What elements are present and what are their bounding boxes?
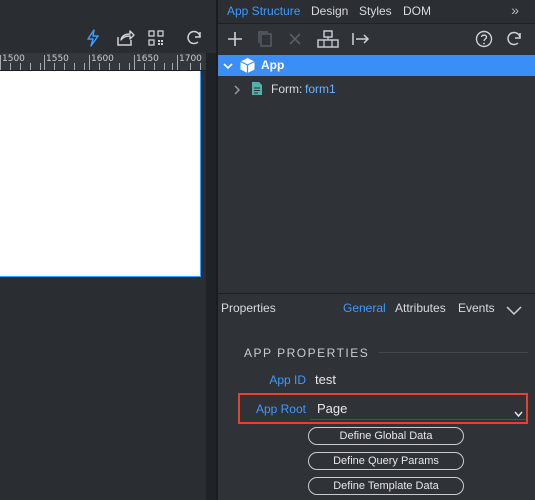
more-tabs-icon[interactable]: »: [511, 2, 519, 18]
chevron-down-icon[interactable]: [222, 59, 234, 77]
delete-icon[interactable]: [284, 28, 306, 50]
qr-code-icon[interactable]: [145, 27, 167, 49]
section-divider: [378, 352, 528, 353]
tab-app-structure[interactable]: App Structure: [227, 4, 300, 18]
collapse-chevron-icon[interactable]: [506, 303, 522, 321]
ruler-label: 1550: [46, 54, 69, 64]
copy-icon[interactable]: [254, 28, 276, 50]
define-template-data-button[interactable]: Define Template Data: [308, 477, 464, 495]
help-icon[interactable]: [473, 28, 495, 50]
tab-events[interactable]: Events: [458, 301, 495, 315]
define-query-params-button[interactable]: Define Query Params: [308, 452, 464, 470]
panel-tabs: App Structure Design Styles DOM »: [218, 0, 535, 24]
properties-header: Properties General Attributes Events: [218, 293, 535, 322]
ruler-label: 1650: [136, 54, 159, 64]
design-canvas-pane: 1500 1550 1600 1650 1700: [0, 0, 216, 500]
tab-general[interactable]: General: [343, 301, 386, 315]
tree-item-label: App: [261, 58, 285, 72]
tree-item-type: Form:: [271, 82, 303, 96]
tree-item-app[interactable]: App: [218, 55, 535, 76]
ruler-label: 1600: [91, 54, 114, 64]
app-id-field[interactable]: test: [315, 372, 336, 387]
lightning-icon[interactable]: [82, 27, 104, 49]
highlight-box: [238, 393, 528, 424]
page-canvas[interactable]: [0, 71, 201, 277]
define-global-data-button[interactable]: Define Global Data: [308, 427, 464, 445]
tree-item-form[interactable]: Form: form1: [218, 79, 535, 99]
form-file-icon: [251, 81, 263, 101]
component-icon[interactable]: [317, 28, 339, 50]
refresh-icon[interactable]: [503, 28, 525, 50]
tab-attributes[interactable]: Attributes: [395, 301, 446, 315]
add-icon[interactable]: [224, 28, 246, 50]
ruler-label: 1500: [2, 54, 25, 64]
tab-dom[interactable]: DOM: [403, 4, 431, 18]
share-icon[interactable]: [114, 27, 136, 49]
app-cube-icon: [239, 57, 256, 79]
tab-design[interactable]: Design: [311, 4, 348, 18]
canvas-scrollbar[interactable]: [206, 53, 216, 500]
tree-item-name: form1: [305, 82, 336, 96]
app-id-label: App ID: [269, 373, 306, 387]
refresh-icon[interactable]: [183, 27, 205, 49]
arrow-right-icon[interactable]: [350, 28, 372, 50]
chevron-right-icon[interactable]: [232, 83, 242, 101]
horizontal-ruler: 1500 1550 1600 1650 1700: [0, 53, 206, 71]
properties-title: Properties: [221, 301, 276, 315]
section-title: APP PROPERTIES: [244, 346, 370, 360]
canvas-toolbar: [0, 23, 216, 54]
right-panel: App Structure Design Styles DOM » App Fo…: [218, 0, 535, 500]
tab-styles[interactable]: Styles: [359, 4, 392, 18]
